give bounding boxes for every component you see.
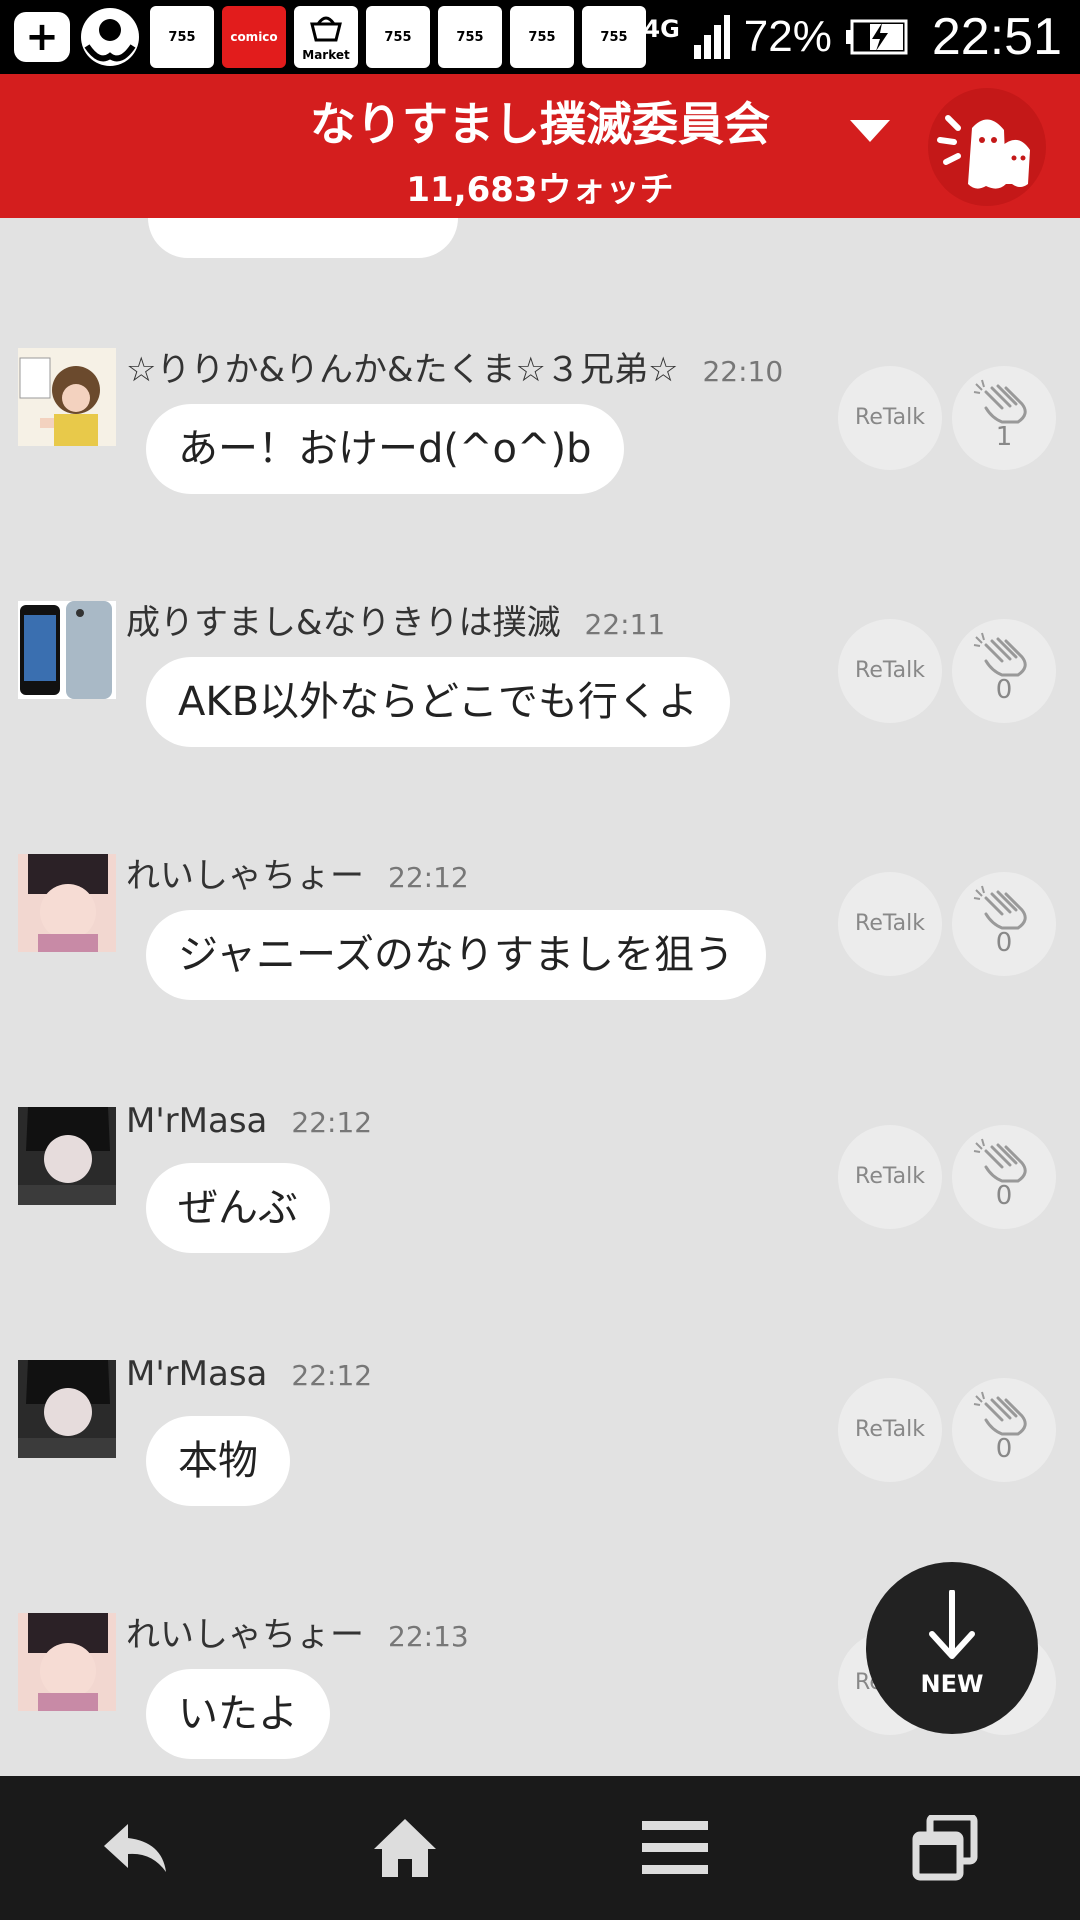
retalk-button[interactable]: ReTalk <box>838 1125 942 1229</box>
windows-icon <box>912 1815 978 1881</box>
previous-message-bubble <box>148 218 458 258</box>
message-row: 成りすまし&なりきりは撲滅 22:11 AKB以外ならどこでも行くよ ReTalk… <box>0 601 1080 801</box>
clap-count: 1 <box>995 422 1013 452</box>
network-type: 4G <box>643 15 680 43</box>
message-row: れいしゃちょー 22:12 ジャニーズのなりすましを狙う ReTalk 0 <box>0 854 1080 1054</box>
clap-icon <box>973 1391 1027 1436</box>
clap-count: 0 <box>995 928 1013 958</box>
battery-charging-icon <box>845 19 908 55</box>
market-icon: Market <box>294 6 358 68</box>
message-time: 22:12 <box>291 1106 373 1139</box>
message-bubble[interactable]: ジャニーズのなりすましを狙う <box>146 910 766 1000</box>
message-feed[interactable]: ☆りりか&りんか&たくま☆３兄弟☆ 22:10 あー！おけーd(^o^)b ReT… <box>0 218 1080 1776</box>
home-button[interactable] <box>270 1776 540 1920</box>
sender-name: ☆りりか&りんか&たくま☆３兄弟☆ 22:10 <box>126 350 784 390</box>
clap-button[interactable]: 0 <box>952 1378 1056 1482</box>
back-button[interactable] <box>0 1776 270 1920</box>
755-icon: 755 <box>366 6 430 68</box>
retalk-button[interactable]: ReTalk <box>838 619 942 723</box>
755-icon: 755 <box>150 6 214 68</box>
avatar[interactable] <box>18 1360 116 1458</box>
retalk-button[interactable]: ReTalk <box>838 1378 942 1482</box>
dropdown-icon <box>850 120 890 142</box>
message-time: 22:11 <box>584 608 666 641</box>
message-bubble[interactable]: 本物 <box>146 1416 290 1506</box>
clap-button[interactable]: 0 <box>952 1125 1056 1229</box>
clap-button[interactable]: 1 <box>952 366 1056 470</box>
sender-name: M'rMasa 22:12 <box>126 1101 373 1141</box>
755-icon: 755 <box>438 6 502 68</box>
sender-name: 成りすまし&なりきりは撲滅 22:11 <box>126 603 666 643</box>
retalk-button[interactable]: ReTalk <box>838 366 942 470</box>
hands-icon <box>78 6 142 68</box>
message-row: ☆りりか&りんか&たくま☆３兄弟☆ 22:10 あー！おけーd(^o^)b ReT… <box>0 348 1080 548</box>
sender-name: れいしゃちょー 22:12 <box>126 856 469 896</box>
watch-count: 11,683ウォッチ <box>406 170 674 210</box>
message-time: 22:13 <box>388 1620 469 1653</box>
clap-count: 0 <box>995 1434 1013 1464</box>
dropdown-button[interactable] <box>850 120 890 148</box>
message-time: 22:10 <box>702 355 784 388</box>
message-time: 22:12 <box>291 1359 373 1392</box>
room-title: なりすまし撲滅委員会 <box>310 97 770 151</box>
comico-icon: comico <box>222 6 286 68</box>
windows-button[interactable] <box>810 1776 1080 1920</box>
home-icon <box>374 1819 436 1877</box>
message-bubble[interactable]: ぜんぶ <box>146 1163 330 1253</box>
avatar[interactable] <box>18 854 116 952</box>
message-time: 22:12 <box>388 861 469 894</box>
status-bar: + 755 comico Market 755 755 755 755 4G 7… <box>0 0 1080 74</box>
sender-name: M'rMasa 22:12 <box>126 1354 373 1394</box>
clap-icon <box>973 632 1027 677</box>
message-row: M'rMasa 22:12 本物 ReTalk 0 <box>0 1354 1080 1560</box>
clap-button[interactable]: 0 <box>952 619 1056 723</box>
message-bubble[interactable]: いたよ <box>146 1669 330 1759</box>
bottom-nav <box>0 1776 1080 1920</box>
arrow-down-icon <box>929 1590 975 1659</box>
755-icon: 755 <box>582 6 646 68</box>
clap-icon <box>973 1138 1027 1183</box>
avatar[interactable] <box>18 1107 116 1205</box>
755-icon: 755 <box>510 6 574 68</box>
message-row: M'rMasa 22:12 ぜんぶ ReTalk 0 <box>0 1101 1080 1307</box>
notification-icons: + 755 comico Market 755 755 755 755 <box>14 6 646 68</box>
clap-icon <box>973 379 1027 424</box>
avatar[interactable] <box>18 601 116 699</box>
sender-name: れいしゃちょー 22:13 <box>126 1615 469 1655</box>
back-icon <box>104 1824 166 1872</box>
avatar[interactable] <box>18 348 116 446</box>
ghost-mascot-icon <box>937 115 1030 189</box>
signal-icon <box>693 15 730 59</box>
add-icon: + <box>14 12 70 62</box>
clock: 22:51 <box>931 8 1062 66</box>
menu-icon <box>642 1821 708 1874</box>
market-label: Market <box>302 48 350 62</box>
clap-count: 0 <box>995 1181 1013 1211</box>
clap-icon <box>973 885 1027 930</box>
mascot-button[interactable] <box>928 88 1046 206</box>
battery-percent: 72% <box>743 12 832 61</box>
clap-button[interactable]: 0 <box>952 872 1056 976</box>
new-label: NEW <box>920 1670 984 1698</box>
scroll-to-new-button[interactable]: NEW <box>866 1562 1038 1734</box>
message-bubble[interactable]: AKB以外ならどこでも行くよ <box>146 657 730 747</box>
message-bubble[interactable]: あー！おけーd(^o^)b <box>146 404 624 494</box>
room-header: なりすまし撲滅委員会 11,683ウォッチ <box>0 74 1080 218</box>
retalk-button[interactable]: ReTalk <box>838 872 942 976</box>
status-right: 4G 72% 22:51 <box>643 0 1062 74</box>
clap-count: 0 <box>995 675 1013 705</box>
menu-button[interactable] <box>540 1776 810 1920</box>
avatar[interactable] <box>18 1613 116 1711</box>
